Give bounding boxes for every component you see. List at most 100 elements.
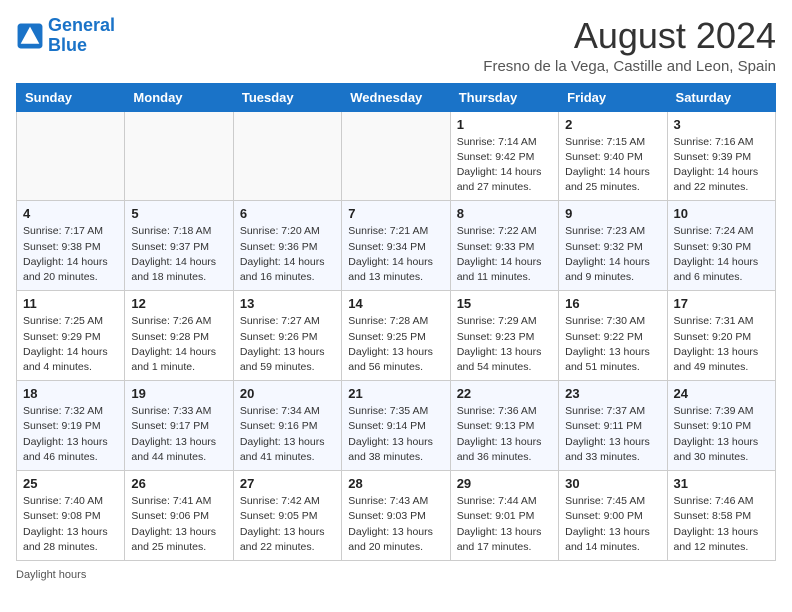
calendar-cell: 17 Sunrise: 7:31 AM Sunset: 9:20 PM Dayli… [667,291,775,381]
calendar-cell: 27 Sunrise: 7:42 AM Sunset: 9:05 PM Dayli… [233,471,341,561]
day-info: Sunrise: 7:31 AM Sunset: 9:20 PM Dayligh… [674,314,769,375]
calendar-cell: 19Sunrise: 7:33 AM Sunset: 9:17 PM Dayli… [125,381,233,471]
day-info: Sunrise: 7:32 AM Sunset: 9:19 PM Dayligh… [23,404,118,465]
title-block: August 2024 Fresno de la Vega, Castille … [483,16,776,75]
page-header: General Blue August 2024 Fresno de la Ve… [16,16,776,75]
calendar-cell: 7 Sunrise: 7:21 AM Sunset: 9:34 PM Daylig… [342,201,450,291]
day-info: Sunrise: 7:46 AM Sunset: 8:58 PM Dayligh… [674,494,769,555]
calendar-cell: 3Sunrise: 7:16 AM Sunset: 9:39 PM Daylig… [667,111,775,201]
calendar-table: SundayMondayTuesdayWednesdayThursdayFrid… [16,83,776,561]
col-header-saturday: Saturday [667,83,775,111]
day-number: 11 [23,296,118,311]
day-info: Sunrise: 7:21 AM Sunset: 9:34 PM Dayligh… [348,224,443,285]
day-number: 12 [131,296,226,311]
calendar-cell: 13Sunrise: 7:27 AM Sunset: 9:26 PM Dayli… [233,291,341,381]
calendar-cell: 30 Sunrise: 7:45 AM Sunset: 9:00 PM Dayli… [559,471,667,561]
day-info: Sunrise: 7:37 AM Sunset: 9:11 PM Dayligh… [565,404,660,465]
day-info: Sunrise: 7:44 AM Sunset: 9:01 PM Dayligh… [457,494,552,555]
calendar-cell: 18 Sunrise: 7:32 AM Sunset: 9:19 PM Dayli… [17,381,125,471]
day-number: 25 [23,476,118,491]
calendar-cell [17,111,125,201]
day-info: Sunrise: 7:35 AM Sunset: 9:14 PM Dayligh… [348,404,443,465]
day-number: 5 [131,206,226,221]
calendar-cell: 14 Sunrise: 7:28 AM Sunset: 9:25 PM Dayli… [342,291,450,381]
day-info: Sunrise: 7:15 AM Sunset: 9:40 PM Dayligh… [565,135,660,196]
col-header-monday: Monday [125,83,233,111]
day-number: 14 [348,296,443,311]
day-info: Sunrise: 7:34 AM Sunset: 9:16 PM Dayligh… [240,404,335,465]
day-info: Sunrise: 7:18 AM Sunset: 9:37 PM Dayligh… [131,224,226,285]
day-info: Sunrise: 7:17 AM Sunset: 9:38 PM Dayligh… [23,224,118,285]
day-info: Sunrise: 7:41 AM Sunset: 9:06 PM Dayligh… [131,494,226,555]
day-number: 6 [240,206,335,221]
calendar-cell: 31 Sunrise: 7:46 AM Sunset: 8:58 PM Dayli… [667,471,775,561]
day-number: 3 [674,117,769,132]
col-header-sunday: Sunday [17,83,125,111]
calendar-cell: 10 Sunrise: 7:24 AM Sunset: 9:30 PM Dayli… [667,201,775,291]
day-number: 30 [565,476,660,491]
calendar-cell: 22 Sunrise: 7:36 AM Sunset: 9:13 PM Dayli… [450,381,558,471]
calendar-cell [233,111,341,201]
daylight-hours-label: Daylight hours [16,569,86,581]
logo-text: General Blue [48,16,115,56]
day-number: 8 [457,206,552,221]
col-header-thursday: Thursday [450,83,558,111]
day-info: Sunrise: 7:36 AM Sunset: 9:13 PM Dayligh… [457,404,552,465]
day-info: Sunrise: 7:39 AM Sunset: 9:10 PM Dayligh… [674,404,769,465]
day-number: 20 [240,386,335,401]
logo-icon [16,22,44,50]
calendar-cell: 26Sunrise: 7:41 AM Sunset: 9:06 PM Dayli… [125,471,233,561]
calendar-cell: 11 Sunrise: 7:25 AM Sunset: 9:29 PM Dayli… [17,291,125,381]
day-number: 10 [674,206,769,221]
day-number: 28 [348,476,443,491]
day-info: Sunrise: 7:45 AM Sunset: 9:00 PM Dayligh… [565,494,660,555]
calendar-cell: 29 Sunrise: 7:44 AM Sunset: 9:01 PM Dayli… [450,471,558,561]
day-info: Sunrise: 7:25 AM Sunset: 9:29 PM Dayligh… [23,314,118,375]
col-header-tuesday: Tuesday [233,83,341,111]
day-info: Sunrise: 7:20 AM Sunset: 9:36 PM Dayligh… [240,224,335,285]
day-info: Sunrise: 7:43 AM Sunset: 9:03 PM Dayligh… [348,494,443,555]
calendar-cell: 4Sunrise: 7:17 AM Sunset: 9:38 PM Daylig… [17,201,125,291]
day-number: 27 [240,476,335,491]
calendar-cell [125,111,233,201]
day-info: Sunrise: 7:28 AM Sunset: 9:25 PM Dayligh… [348,314,443,375]
day-number: 16 [565,296,660,311]
day-info: Sunrise: 7:26 AM Sunset: 9:28 PM Dayligh… [131,314,226,375]
col-header-friday: Friday [559,83,667,111]
logo: General Blue [16,16,115,56]
day-info: Sunrise: 7:29 AM Sunset: 9:23 PM Dayligh… [457,314,552,375]
logo-line1: General [48,15,115,35]
calendar-cell: 12 Sunrise: 7:26 AM Sunset: 9:28 PM Dayli… [125,291,233,381]
calendar-cell: 15Sunrise: 7:29 AM Sunset: 9:23 PM Dayli… [450,291,558,381]
day-info: Sunrise: 7:23 AM Sunset: 9:32 PM Dayligh… [565,224,660,285]
day-info: Sunrise: 7:42 AM Sunset: 9:05 PM Dayligh… [240,494,335,555]
calendar-cell: 2Sunrise: 7:15 AM Sunset: 9:40 PM Daylig… [559,111,667,201]
day-number: 31 [674,476,769,491]
day-info: Sunrise: 7:33 AM Sunset: 9:17 PM Dayligh… [131,404,226,465]
day-number: 22 [457,386,552,401]
col-header-wednesday: Wednesday [342,83,450,111]
month-year: August 2024 [483,16,776,56]
calendar-cell: 28 Sunrise: 7:43 AM Sunset: 9:03 PM Dayli… [342,471,450,561]
calendar-cell: 21Sunrise: 7:35 AM Sunset: 9:14 PM Dayli… [342,381,450,471]
day-number: 7 [348,206,443,221]
day-info: Sunrise: 7:22 AM Sunset: 9:33 PM Dayligh… [457,224,552,285]
footer-note: Daylight hours [16,569,776,581]
day-number: 23 [565,386,660,401]
calendar-cell: 9Sunrise: 7:23 AM Sunset: 9:32 PM Daylig… [559,201,667,291]
day-number: 1 [457,117,552,132]
calendar-cell: 23 Sunrise: 7:37 AM Sunset: 9:11 PM Dayli… [559,381,667,471]
calendar-cell: 24 Sunrise: 7:39 AM Sunset: 9:10 PM Dayli… [667,381,775,471]
location: Fresno de la Vega, Castille and Leon, Sp… [483,58,776,75]
calendar-cell: 1Sunrise: 7:14 AM Sunset: 9:42 PM Daylig… [450,111,558,201]
day-info: Sunrise: 7:24 AM Sunset: 9:30 PM Dayligh… [674,224,769,285]
day-number: 29 [457,476,552,491]
calendar-cell: 20 Sunrise: 7:34 AM Sunset: 9:16 PM Dayli… [233,381,341,471]
day-number: 17 [674,296,769,311]
calendar-cell: 5 Sunrise: 7:18 AM Sunset: 9:37 PM Daylig… [125,201,233,291]
day-number: 18 [23,386,118,401]
day-info: Sunrise: 7:30 AM Sunset: 9:22 PM Dayligh… [565,314,660,375]
day-number: 24 [674,386,769,401]
calendar-cell: 25Sunrise: 7:40 AM Sunset: 9:08 PM Dayli… [17,471,125,561]
calendar-cell: 16 Sunrise: 7:30 AM Sunset: 9:22 PM Dayli… [559,291,667,381]
